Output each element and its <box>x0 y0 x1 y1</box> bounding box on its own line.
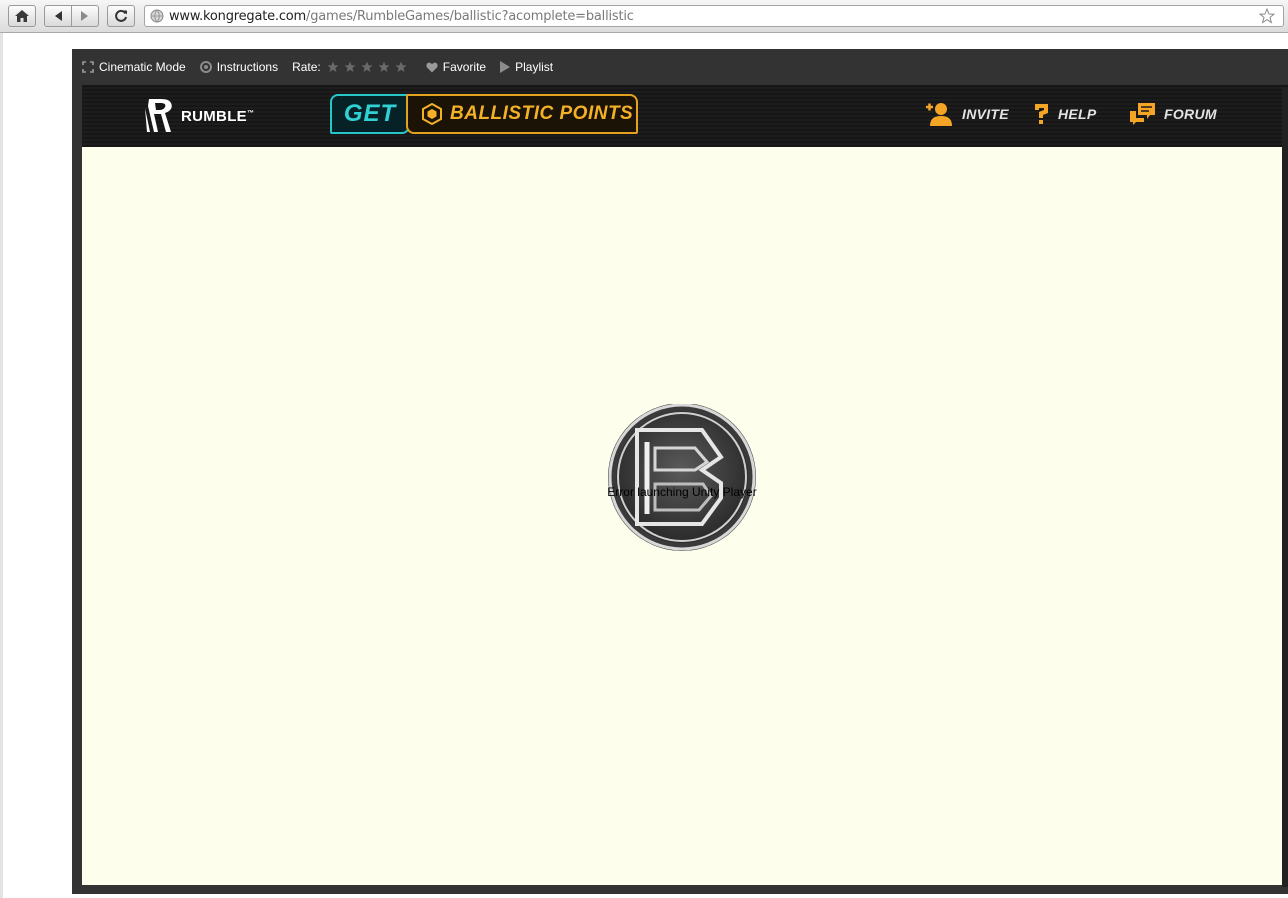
favorite-button[interactable]: Favorite <box>426 60 486 74</box>
reload-button[interactable] <box>107 5 135 27</box>
rumble-logo[interactable]: RUMBLE™ <box>144 98 254 134</box>
cinematic-mode-button[interactable]: Cinematic Mode <box>82 60 186 74</box>
star-icon[interactable] <box>344 61 356 73</box>
forward-arrow-icon <box>81 11 88 21</box>
rumble-wordmark: RUMBLE™ <box>181 108 254 125</box>
forum-button[interactable]: FORUM <box>1128 101 1217 127</box>
playlist-button[interactable]: Playlist <box>500 60 553 74</box>
fullscreen-icon <box>82 61 94 73</box>
ballistic-points-label: BALLISTIC POINTS <box>450 103 634 124</box>
rate-control: Rate: <box>292 60 412 74</box>
left-page-gutter <box>0 33 3 898</box>
chat-bubbles-icon <box>1130 103 1155 125</box>
question-mark-icon <box>1035 104 1048 124</box>
lifebuoy-icon <box>199 61 212 73</box>
game-frame: Cinematic Mode Instructions Rate: Favori… <box>72 49 1288 894</box>
ballistic-b-emblem-icon <box>608 403 756 551</box>
help-button[interactable]: HELP <box>1032 101 1097 127</box>
ballistic-points-button[interactable]: BALLISTIC POINTS <box>406 94 638 134</box>
bookmark-star-icon[interactable] <box>1259 8 1275 24</box>
playlist-label: Playlist <box>515 60 554 74</box>
instructions-label: Instructions <box>216 60 279 74</box>
frame-right-edge <box>1282 87 1288 887</box>
game-canvas[interactable]: Error launching Unity Player <box>82 147 1282 885</box>
game-toolbar: Cinematic Mode Instructions Rate: Favori… <box>72 49 1288 85</box>
get-label: GET <box>343 100 397 127</box>
forward-button[interactable] <box>71 5 99 27</box>
invite-label: INVITE <box>962 106 1009 122</box>
invite-button[interactable]: INVITE <box>924 101 1009 127</box>
star-icon[interactable] <box>378 61 390 73</box>
address-bar[interactable]: www.kongregate.com/games/RumbleGames/bal… <box>144 5 1284 27</box>
instructions-button[interactable]: Instructions <box>199 60 279 74</box>
globe-icon <box>150 9 164 23</box>
forum-label: FORUM <box>1164 106 1217 122</box>
home-icon <box>15 10 29 22</box>
heart-icon <box>426 62 438 72</box>
error-message: Error launching Unity Player <box>607 485 757 499</box>
rumble-brand-text: RUMBLE <box>181 107 247 125</box>
rumble-r-logo-icon <box>145 99 172 132</box>
star-icon[interactable] <box>361 61 373 73</box>
game-header-bar: RUMBLE™ GET BALLISTIC POINTS INVITE HELP… <box>82 85 1288 147</box>
star-icon[interactable] <box>395 61 407 73</box>
browser-toolbar: www.kongregate.com/games/RumbleGames/bal… <box>0 0 1288 33</box>
hexagon-coin-icon <box>422 103 442 125</box>
rating-stars[interactable] <box>327 61 412 73</box>
favorite-label: Favorite <box>442 60 487 74</box>
home-button[interactable] <box>8 5 36 27</box>
url-host: www.kongregate.com <box>169 8 307 24</box>
help-label: HELP <box>1058 106 1097 122</box>
star-icon[interactable] <box>327 61 339 73</box>
url-text: www.kongregate.com/games/RumbleGames/bal… <box>169 9 634 24</box>
add-user-icon <box>926 103 952 126</box>
get-points-button[interactable]: GET <box>330 94 410 134</box>
rate-label: Rate: <box>292 60 321 74</box>
ballistic-loading-logo <box>607 403 757 554</box>
trademark-mark: ™ <box>246 109 255 117</box>
cinematic-mode-label: Cinematic Mode <box>99 60 186 74</box>
play-icon <box>500 61 511 73</box>
back-button[interactable] <box>44 5 72 27</box>
reload-icon <box>115 9 127 22</box>
back-arrow-icon <box>55 11 62 21</box>
url-path: /games/RumbleGames/ballistic?acomplete=b… <box>306 8 634 24</box>
